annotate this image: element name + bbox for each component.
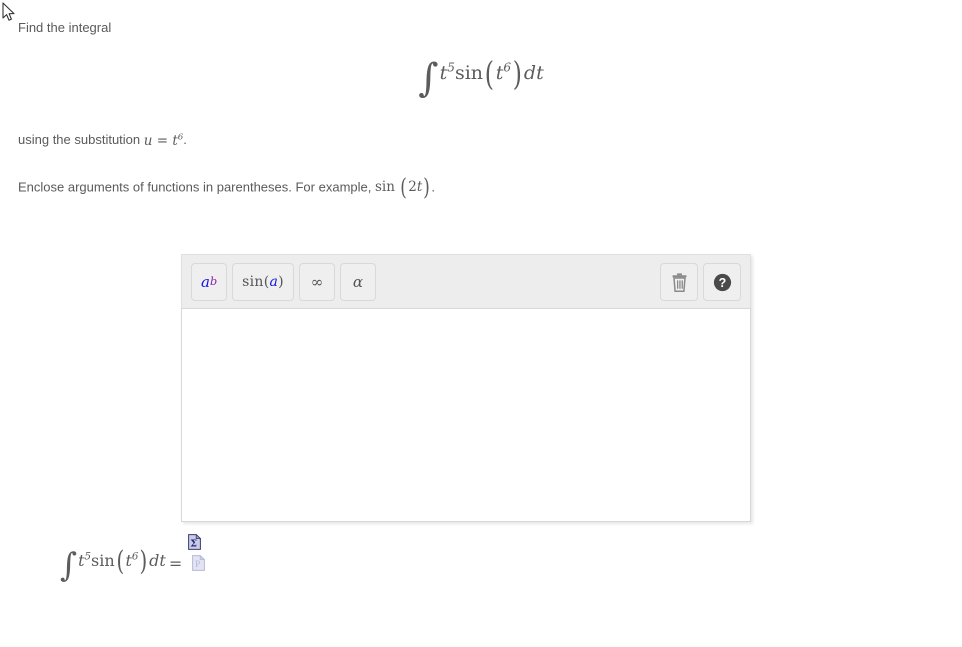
hint-coefficient-2: 2: [408, 179, 417, 195]
help-button[interactable]: ?: [703, 263, 741, 301]
exponent-5: 5: [447, 60, 455, 75]
sin-button-paren-close: ): [278, 274, 284, 290]
sin-button-arg-label: a: [269, 274, 279, 290]
equals-sign-subst: =: [156, 132, 169, 149]
toolbar-symbol-group: ab sin(a) ∞ α: [191, 263, 376, 301]
answer-paren-open: (: [116, 545, 124, 578]
answer-integral-expression: ∫t5sin(t6)dt: [60, 545, 166, 584]
svg-text:P: P: [195, 559, 200, 569]
editor-toolbar: ab sin(a) ∞ α ?: [181, 254, 751, 308]
page-title: Find the integral: [18, 20, 112, 35]
svg-text:Σ: Σ: [190, 538, 197, 549]
exponent-button[interactable]: ab: [191, 263, 228, 301]
integral-sign: ∫: [418, 55, 439, 101]
math-input-canvas[interactable]: [181, 308, 751, 522]
substitution-period: .: [183, 132, 187, 147]
hint-variable-t: t: [416, 179, 423, 195]
answer-document-icon[interactable]: P: [192, 555, 206, 571]
paren-close: ): [512, 54, 523, 93]
exponent-base-label: a: [201, 273, 210, 291]
answer-sin-label: sin: [91, 550, 115, 570]
clear-button[interactable]: [660, 263, 698, 301]
hint-example-math: sin (2t): [374, 173, 431, 201]
answer-differential-d: d: [149, 550, 160, 570]
sin-button[interactable]: sin(a): [232, 263, 294, 301]
infinity-button[interactable]: ∞: [298, 263, 335, 301]
math-answer-editor: ab sin(a) ∞ α ?: [181, 254, 751, 522]
substitution-equation: u = t6: [144, 133, 184, 149]
exponent-6: 6: [503, 60, 512, 75]
integral-expression: ∫t5sin(t6)dt: [418, 54, 544, 101]
alpha-symbol-icon: α: [352, 273, 363, 291]
answer-differential-t: t: [159, 550, 166, 570]
toolbar-action-group: ?: [660, 263, 741, 301]
svg-text:?: ?: [718, 276, 726, 290]
answer-integral-sign: ∫: [60, 545, 78, 584]
answer-equation-row: ∫t5sin(t6)dt = Σ P: [60, 534, 206, 584]
sin-button-fn-label: sin: [242, 274, 264, 290]
hint-text: Enclose arguments of functions in parent…: [18, 179, 375, 195]
hint-period: .: [431, 179, 435, 195]
hint-sin-label: sin: [374, 179, 395, 195]
answer-placeholder-slot[interactable]: Σ P: [187, 534, 206, 580]
parentheses-hint: Enclose arguments of functions in parent…: [18, 173, 435, 201]
sigma-document-icon: Σ: [188, 534, 202, 550]
infinity-symbol-icon: ∞: [310, 273, 324, 291]
answer-exponent-6: 6: [131, 550, 139, 563]
answer-equals-sign: =: [168, 553, 183, 573]
differential-d: d: [523, 62, 537, 84]
hint-paren-close: ): [423, 173, 431, 201]
differential-t: t: [536, 62, 544, 84]
paren-open: (: [484, 54, 494, 93]
help-circle-icon: ?: [713, 273, 731, 291]
substitution-instruction: using the substitution u = t6.: [18, 132, 187, 149]
sin-label: sin: [454, 62, 484, 84]
substitution-text: using the substitution: [18, 132, 144, 147]
hint-paren-open: (: [400, 173, 408, 201]
trash-icon: [672, 272, 686, 292]
answer-paren-close: ): [139, 545, 148, 578]
arrow-cursor-icon: [2, 2, 15, 21]
variable-u: u: [143, 132, 153, 149]
display-integral-equation: ∫t5sin(t6)dt: [0, 54, 962, 101]
greek-button[interactable]: α: [339, 263, 376, 301]
